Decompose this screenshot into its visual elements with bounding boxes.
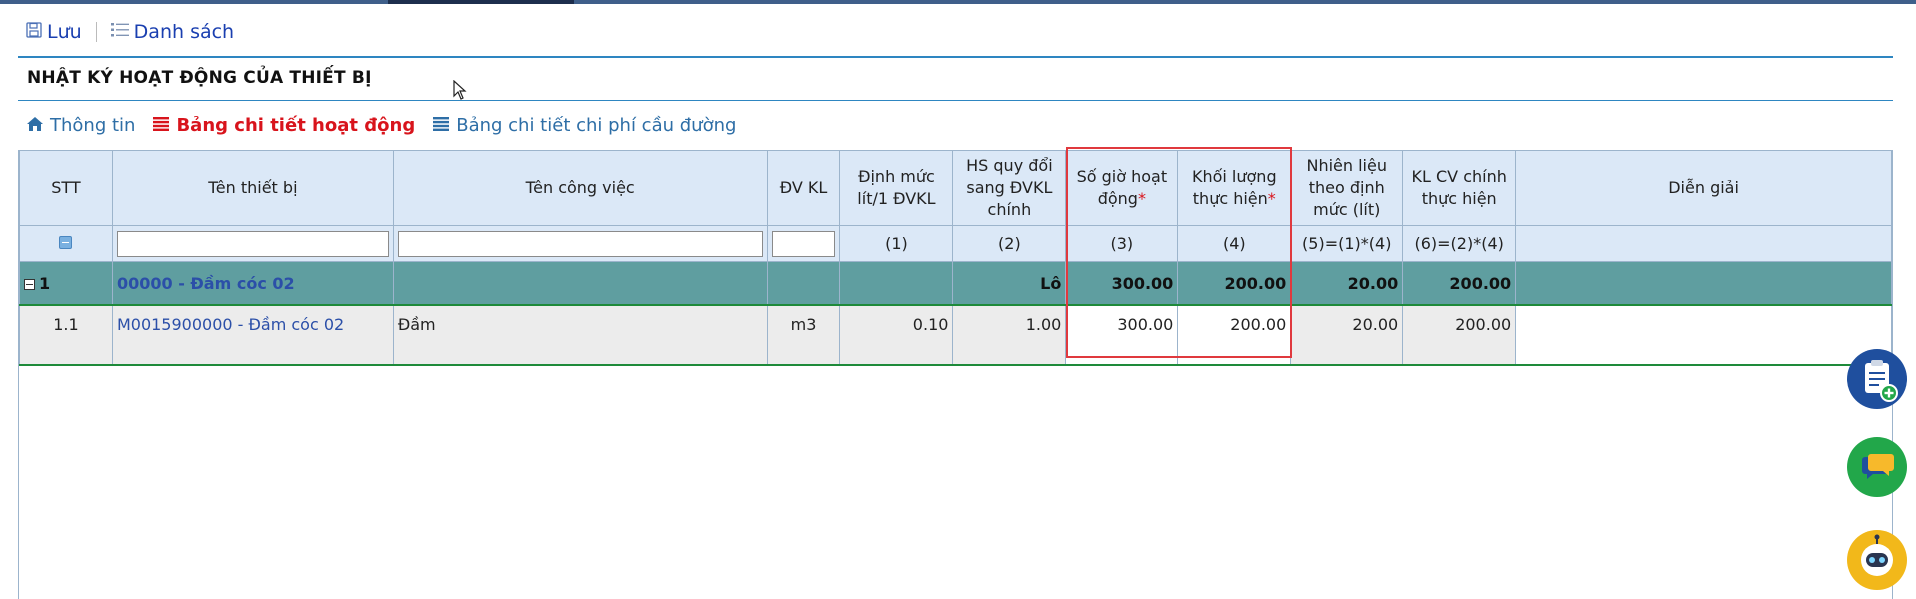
group-job <box>392 261 768 306</box>
row-main-volume: 200.00 <box>1402 304 1517 366</box>
row-hours-input[interactable]: 300.00 <box>1065 304 1179 366</box>
list-label: Danh sách <box>133 21 235 43</box>
title-bottom-rule <box>18 100 1893 101</box>
formula-coef: (2) <box>952 225 1067 262</box>
required-mark: * <box>1267 189 1276 208</box>
list-icon <box>433 115 450 136</box>
group-coef: Lô <box>952 261 1067 306</box>
tab-bar: Thông tin Bảng chi tiết hoạt động Bảng c… <box>27 115 754 136</box>
home-icon <box>27 115 43 136</box>
unit-filter-cell <box>766 225 841 262</box>
top-accent-segment <box>388 0 574 4</box>
col-main-volume[interactable]: KL CV chính thực hiện <box>1402 150 1517 226</box>
clipboard-add-icon <box>1865 360 1898 402</box>
col-coef[interactable]: HS quy đổi sang ĐVKL chính <box>952 150 1067 226</box>
row-norm: 0.10 <box>839 304 954 366</box>
header-row: STT Tên thiết bị Tên công việc ĐV KL Địn… <box>19 150 1892 226</box>
row-stt: 1.1 <box>19 304 113 366</box>
page-title: NHẬT KÝ HOẠT ĐỘNG CỦA THIẾT BỊ <box>27 68 372 88</box>
group-main-volume: 200.00 <box>1402 261 1517 306</box>
top-accent-bar <box>0 0 1916 4</box>
chat-icon <box>1862 454 1894 479</box>
list-button[interactable]: Danh sách <box>110 21 235 43</box>
unit-filter-input[interactable] <box>771 230 836 257</box>
row-fuel: 20.00 <box>1290 304 1404 366</box>
collapse-all-icon[interactable] <box>59 235 73 249</box>
formula-fuel: (5)=(1)*(4) <box>1290 225 1404 262</box>
row-job[interactable]: Đầm <box>392 304 768 366</box>
col-volume[interactable]: Khối lượng thực hiện* <box>1177 150 1292 226</box>
group-unit <box>766 261 841 306</box>
formula-note <box>1515 225 1892 262</box>
group-stt: 1 <box>39 273 51 293</box>
tab-road-cost-detail-label: Bảng chi tiết chi phí cầu đường <box>456 115 737 136</box>
job-filter-input[interactable] <box>397 230 763 257</box>
device-filter-input[interactable] <box>116 230 389 257</box>
col-hours[interactable]: Số giờ hoạt động* <box>1065 150 1179 226</box>
mouse-cursor <box>453 79 467 104</box>
group-norm <box>839 261 954 306</box>
activity-table: STT Tên thiết bị Tên công việc ĐV KL Địn… <box>19 150 1892 366</box>
formula-norm: (1) <box>839 225 954 262</box>
col-note[interactable]: Diễn giải <box>1515 150 1892 226</box>
col-job[interactable]: Tên công việc <box>392 150 768 226</box>
row-volume-input[interactable]: 200.00 <box>1177 304 1292 366</box>
row-device[interactable]: M0015900000 - Đầm cóc 02 <box>111 304 394 366</box>
group-device[interactable]: 00000 - Đầm cóc 02 <box>111 261 394 306</box>
group-note <box>1515 261 1892 306</box>
robot-icon <box>1861 534 1893 576</box>
device-filter-cell <box>111 225 394 262</box>
assistant-bot-button[interactable] <box>1847 530 1907 590</box>
list-icon <box>110 21 129 43</box>
col-fuel[interactable]: Nhiên liệu theo định mức (lít) <box>1290 150 1404 226</box>
row-note-input[interactable] <box>1515 304 1892 366</box>
save-button[interactable]: Lưu <box>26 21 82 43</box>
formula-hours: (3) <box>1065 225 1179 262</box>
group-fuel: 20.00 <box>1290 261 1404 306</box>
table-row[interactable]: 1.1 M0015900000 - Đầm cóc 02 Đầm m3 0.10… <box>19 304 1892 366</box>
formula-volume: (4) <box>1177 225 1292 262</box>
job-filter-cell <box>392 225 768 262</box>
tab-info[interactable]: Thông tin <box>27 115 135 136</box>
add-note-button[interactable] <box>1847 349 1907 409</box>
col-device[interactable]: Tên thiết bị <box>111 150 394 226</box>
collapse-group-icon[interactable] <box>24 278 35 290</box>
required-mark: * <box>1137 189 1146 208</box>
chat-button[interactable] <box>1847 437 1907 497</box>
col-volume-label: Khối lượng thực hiện <box>1191 167 1277 208</box>
collapse-all-cell <box>19 225 113 262</box>
tab-activity-detail[interactable]: Bảng chi tiết hoạt động <box>153 115 415 136</box>
col-stt[interactable]: STT <box>19 150 113 226</box>
row-unit[interactable]: m3 <box>766 304 841 366</box>
toolbar: Lưu Danh sách <box>26 18 234 46</box>
filter-row: (1) (2) (3) (4) (5)=(1)*(4) (6)=(2)*(4) <box>19 225 1892 262</box>
col-hours-label: Số giờ hoạt động <box>1076 167 1168 208</box>
activity-grid: STT Tên thiết bị Tên công việc ĐV KL Địn… <box>18 150 1893 599</box>
group-row[interactable]: 1 00000 - Đầm cóc 02 Lô 300.00 200.00 20… <box>19 261 1892 306</box>
col-unit[interactable]: ĐV KL <box>766 150 841 226</box>
save-label: Lưu <box>47 21 82 43</box>
tab-info-label: Thông tin <box>50 115 136 136</box>
group-volume: 200.00 <box>1177 261 1292 306</box>
tab-activity-detail-label: Bảng chi tiết hoạt động <box>176 115 416 136</box>
toolbar-separator <box>95 22 97 42</box>
save-icon <box>26 21 42 43</box>
group-hours: 300.00 <box>1065 261 1179 306</box>
title-top-rule <box>18 56 1893 58</box>
list-icon <box>153 115 170 136</box>
formula-main-volume: (6)=(2)*(4) <box>1402 225 1517 262</box>
row-coef: 1.00 <box>952 304 1067 366</box>
col-norm[interactable]: Định mức lít/1 ĐVKL <box>839 150 954 226</box>
group-stt-cell: 1 <box>19 261 113 306</box>
tab-road-cost-detail[interactable]: Bảng chi tiết chi phí cầu đường <box>433 115 736 136</box>
